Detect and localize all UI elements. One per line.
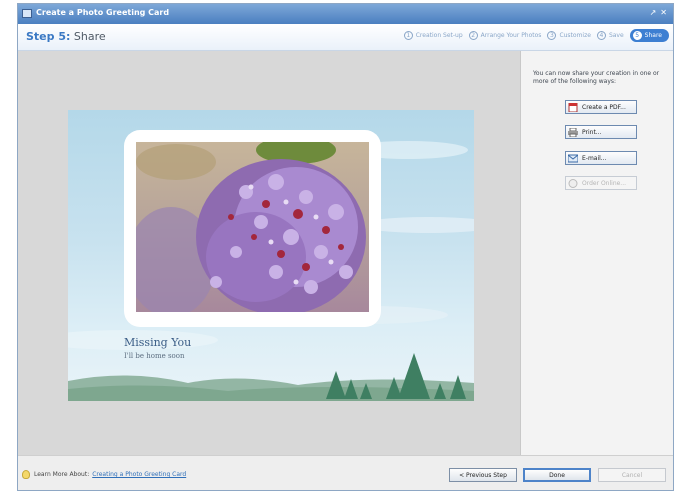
done-button[interactable]: Done [523, 468, 591, 482]
learn-more: Learn More About: Creating a Photo Greeti… [34, 471, 186, 478]
step-2-circle: 2 [468, 31, 478, 40]
step-3-label: Customize [559, 32, 591, 39]
lightbulb-icon [22, 470, 30, 479]
step-5-circle: 5 [632, 31, 642, 40]
step-1-creation-setup[interactable]: 1 Creation Set-up [403, 31, 463, 40]
share-intro-text: You can now share your creation in one o… [533, 70, 660, 85]
email-label: E-mail... [582, 154, 607, 162]
pdf-icon [568, 102, 578, 112]
preview-area: Missing You I'll be home soon [18, 51, 520, 455]
learn-more-label: Learn More About: [34, 471, 90, 478]
previous-step-button[interactable]: < Previous Step [449, 468, 517, 482]
step-2-arrange-photos[interactable]: 2 Arrange Your Photos [468, 31, 542, 40]
window-title: Create a Photo Greeting Card [36, 8, 170, 17]
step-1-circle: 1 [403, 31, 413, 40]
app-icon [22, 9, 32, 18]
step-4-save[interactable]: 4 Save [596, 31, 624, 40]
footer-bar: Learn More About: Creating a Photo Greeti… [18, 455, 673, 490]
print-label: Print... [582, 128, 602, 136]
step-header: Step 5: Share 1 Creation Set-up 2 Arrange … [18, 24, 673, 51]
step-5-label: Share [644, 32, 662, 39]
photo-frame [124, 130, 381, 327]
printer-icon [568, 127, 578, 137]
step-number: Step 5: [26, 30, 71, 43]
close-icon[interactable]: ✕ [660, 8, 667, 17]
flower-photo [136, 142, 369, 312]
wizard-window: Create a Photo Greeting Card ↗ ✕ Step 5:… [17, 3, 674, 491]
step-1-label: Creation Set-up [415, 32, 463, 39]
restore-icon[interactable]: ↗ [650, 8, 657, 17]
step-4-label: Save [608, 32, 624, 39]
email-icon [568, 154, 578, 162]
share-panel: You can now share your creation in one o… [520, 51, 673, 455]
step-2-label: Arrange Your Photos [480, 32, 542, 39]
step-5-share[interactable]: 5 Share [629, 29, 669, 42]
create-pdf-label: Create a PDF... [582, 103, 626, 111]
email-button[interactable]: E-mail... [565, 151, 637, 165]
order-online-button[interactable]: Order Online... [565, 176, 637, 190]
step-name: Share [73, 30, 106, 43]
cancel-button[interactable]: Cancel [598, 468, 666, 482]
learn-more-link[interactable]: Creating a Photo Greeting Card [92, 471, 186, 478]
step-3-customize[interactable]: 3 Customize [547, 31, 591, 40]
step-3-circle: 3 [547, 31, 557, 40]
create-pdf-button[interactable]: Create a PDF... [565, 100, 637, 114]
step-4-circle: 4 [596, 31, 606, 40]
globe-icon [568, 178, 578, 188]
landscape-scenery [68, 353, 474, 401]
window-controls: ↗ ✕ [650, 8, 667, 17]
title-bar: Create a Photo Greeting Card ↗ ✕ [18, 4, 673, 24]
print-button[interactable]: Print... [565, 125, 637, 139]
order-online-label: Order Online... [582, 179, 627, 187]
greeting-card-preview: Missing You I'll be home soon [68, 110, 474, 401]
step-title: Step 5: Share [26, 30, 106, 43]
step-indicator: 1 Creation Set-up 2 Arrange Your Photos 3C… [398, 29, 669, 42]
